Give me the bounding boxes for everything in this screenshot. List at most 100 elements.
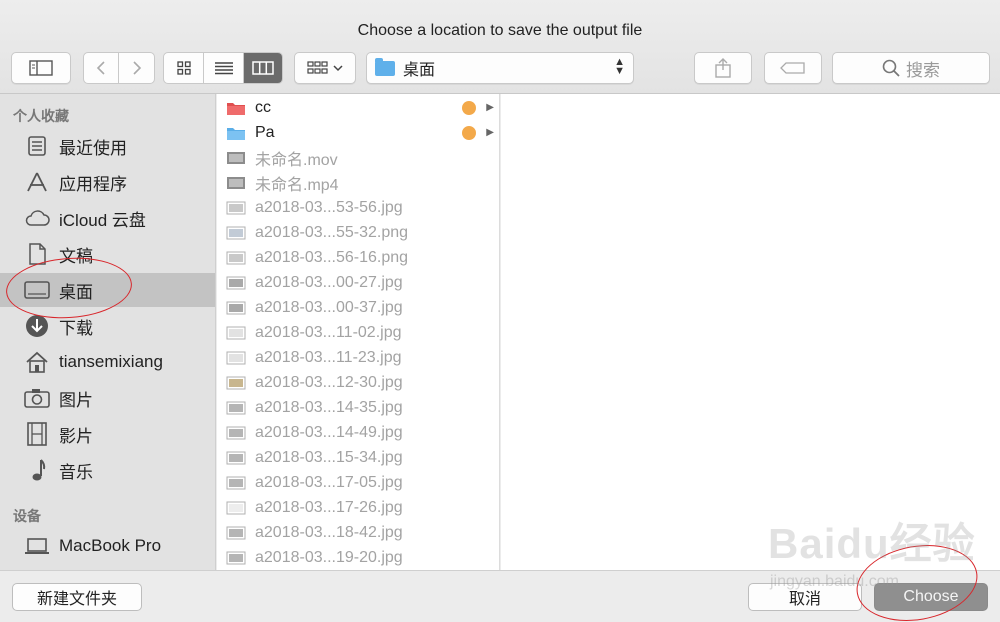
sidebar-item-macbook[interactable]: MacBook Pro [0, 529, 215, 563]
search-placeholder: 搜索 [906, 60, 940, 80]
chevron-down-icon [333, 65, 343, 72]
music-icon [24, 457, 50, 483]
list-item: a2018-03...11-23.jpg [217, 345, 499, 370]
disclosure-arrow-icon: ▶ [486, 127, 494, 138]
list-item: a2018-03...14-35.jpg [217, 395, 499, 420]
watermark-logo: Baidu经验 [768, 520, 976, 567]
folder-icon [375, 57, 395, 76]
grid-view-icon [176, 61, 191, 75]
orange-tag-icon [462, 100, 477, 115]
sidebar-item-pictures[interactable]: 图片 [0, 381, 215, 415]
home-icon [24, 349, 50, 375]
list-item[interactable]: cc ▶ [217, 95, 499, 120]
arrange-icon [307, 61, 328, 74]
sidebar-item-icloud[interactable]: iCloud 云盘 [0, 201, 215, 235]
sidebar-toggle-button[interactable] [11, 52, 71, 84]
list-view-icon [214, 62, 233, 75]
sidebar-item-movies[interactable]: 影片 [0, 417, 215, 451]
chevron-right-icon [132, 61, 141, 75]
file-name: cc [255, 98, 271, 116]
chevron-left-icon [96, 61, 105, 75]
image-file-icon [226, 376, 246, 389]
video-file-icon [227, 151, 245, 164]
sidebar-item-label: 最近使用 [59, 138, 127, 158]
image-file-icon [226, 401, 246, 414]
list-item: a2018-03...12-30.jpg [217, 370, 499, 395]
image-file-icon [226, 276, 246, 289]
sidebar-item-home[interactable]: tiansemixiang [0, 345, 215, 379]
column-view-icon [252, 61, 274, 75]
forward-button[interactable] [119, 53, 154, 83]
sidebar-item-label: tiansemixiang [59, 352, 163, 371]
image-file-icon [226, 251, 246, 264]
list-item: a2018-03...14-49.jpg [217, 420, 499, 445]
sidebar-item-music[interactable]: 音乐 [0, 453, 215, 487]
file-name: a2018-03...53-56.jpg [255, 198, 403, 216]
file-name: a2018-03...14-49.jpg [255, 423, 403, 441]
list-item: a2018-03...55-32.png [217, 220, 499, 245]
file-name: a2018-03...12-30.jpg [255, 373, 403, 391]
image-file-icon [226, 301, 246, 314]
list-item: a2018-03...18-42.jpg [217, 520, 499, 545]
image-file-icon [226, 476, 246, 489]
sidebar-toggle-icon [29, 60, 53, 76]
tag-icon [780, 62, 805, 74]
view-mode-segment [163, 52, 283, 84]
image-file-icon [226, 326, 246, 339]
location-popup[interactable]: 桌面 ▲ ▼ [366, 52, 634, 84]
file-column: cc ▶ Pa ▶ 未命名.mov 未命名.mp4 a2018-03...53-… [217, 94, 500, 570]
list-item: a2018-03...17-05.jpg [217, 470, 499, 495]
file-name: a2018-03...55-32.png [255, 223, 409, 241]
column-view-button[interactable] [244, 53, 282, 83]
file-name: a2018-03...00-27.jpg [255, 273, 403, 291]
file-name: 未命名.mov [255, 151, 338, 169]
list-item: a2018-03...56-16.png [217, 245, 499, 270]
image-file-icon [226, 351, 246, 364]
list-item: a2018-03...17-26.jpg [217, 495, 499, 520]
location-label: 桌面 [403, 62, 436, 79]
sidebar-item-label: 图片 [59, 390, 93, 410]
cloud-icon [24, 205, 50, 231]
recents-icon [24, 133, 50, 159]
list-item: a2018-03...15-34.jpg [217, 445, 499, 470]
list-view-button[interactable] [204, 53, 244, 83]
share-icon [715, 58, 731, 78]
image-file-icon [226, 226, 246, 239]
video-file-icon [227, 176, 245, 189]
tags-button[interactable] [764, 52, 822, 84]
icon-view-button[interactable] [164, 53, 204, 83]
watermark-url: jingyan.baidu.com [770, 573, 899, 590]
updown-chevron-icon: ▲ ▼ [614, 56, 625, 77]
share-button[interactable] [694, 52, 752, 84]
image-file-icon [226, 426, 246, 439]
list-item: a2018-03...00-27.jpg [217, 270, 499, 295]
folder-blue-icon [227, 127, 245, 140]
sidebar: 个人收藏 最近使用 应用程序 iCloud 云盘 文稿 桌面 下载 tianse… [0, 94, 216, 570]
film-icon [24, 421, 50, 447]
file-name: a2018-03...11-02.jpg [255, 323, 402, 341]
sidebar-item-applications[interactable]: 应用程序 [0, 165, 215, 199]
image-file-icon [226, 201, 246, 214]
search-field[interactable]: 搜索 [832, 52, 990, 84]
disclosure-arrow-icon: ▶ [486, 102, 494, 113]
list-item: a2018-03...00-37.jpg [217, 295, 499, 320]
file-name: a2018-03...19-20.jpg [255, 548, 403, 566]
file-name: a2018-03...56-16.png [255, 248, 409, 266]
sidebar-item-label: 应用程序 [59, 174, 127, 194]
new-folder-button[interactable]: 新建文件夹 [12, 583, 142, 611]
magnifier-icon [882, 59, 900, 77]
back-button[interactable] [84, 53, 119, 83]
empty-column [501, 94, 1000, 570]
image-file-icon [226, 551, 246, 564]
image-file-icon [226, 526, 246, 539]
list-item: a2018-03...11-02.jpg [217, 320, 499, 345]
sidebar-item-recents[interactable]: 最近使用 [0, 129, 215, 163]
image-file-icon [226, 451, 246, 464]
file-name: a2018-03...11-23.jpg [255, 348, 402, 366]
arrange-button[interactable] [294, 52, 356, 84]
list-item[interactable]: Pa ▶ [217, 120, 499, 145]
nav-buttons [83, 52, 155, 84]
file-name: 未命名.mp4 [255, 176, 339, 194]
sidebar-item-label: MacBook Pro [59, 536, 162, 555]
laptop-icon [24, 533, 50, 559]
